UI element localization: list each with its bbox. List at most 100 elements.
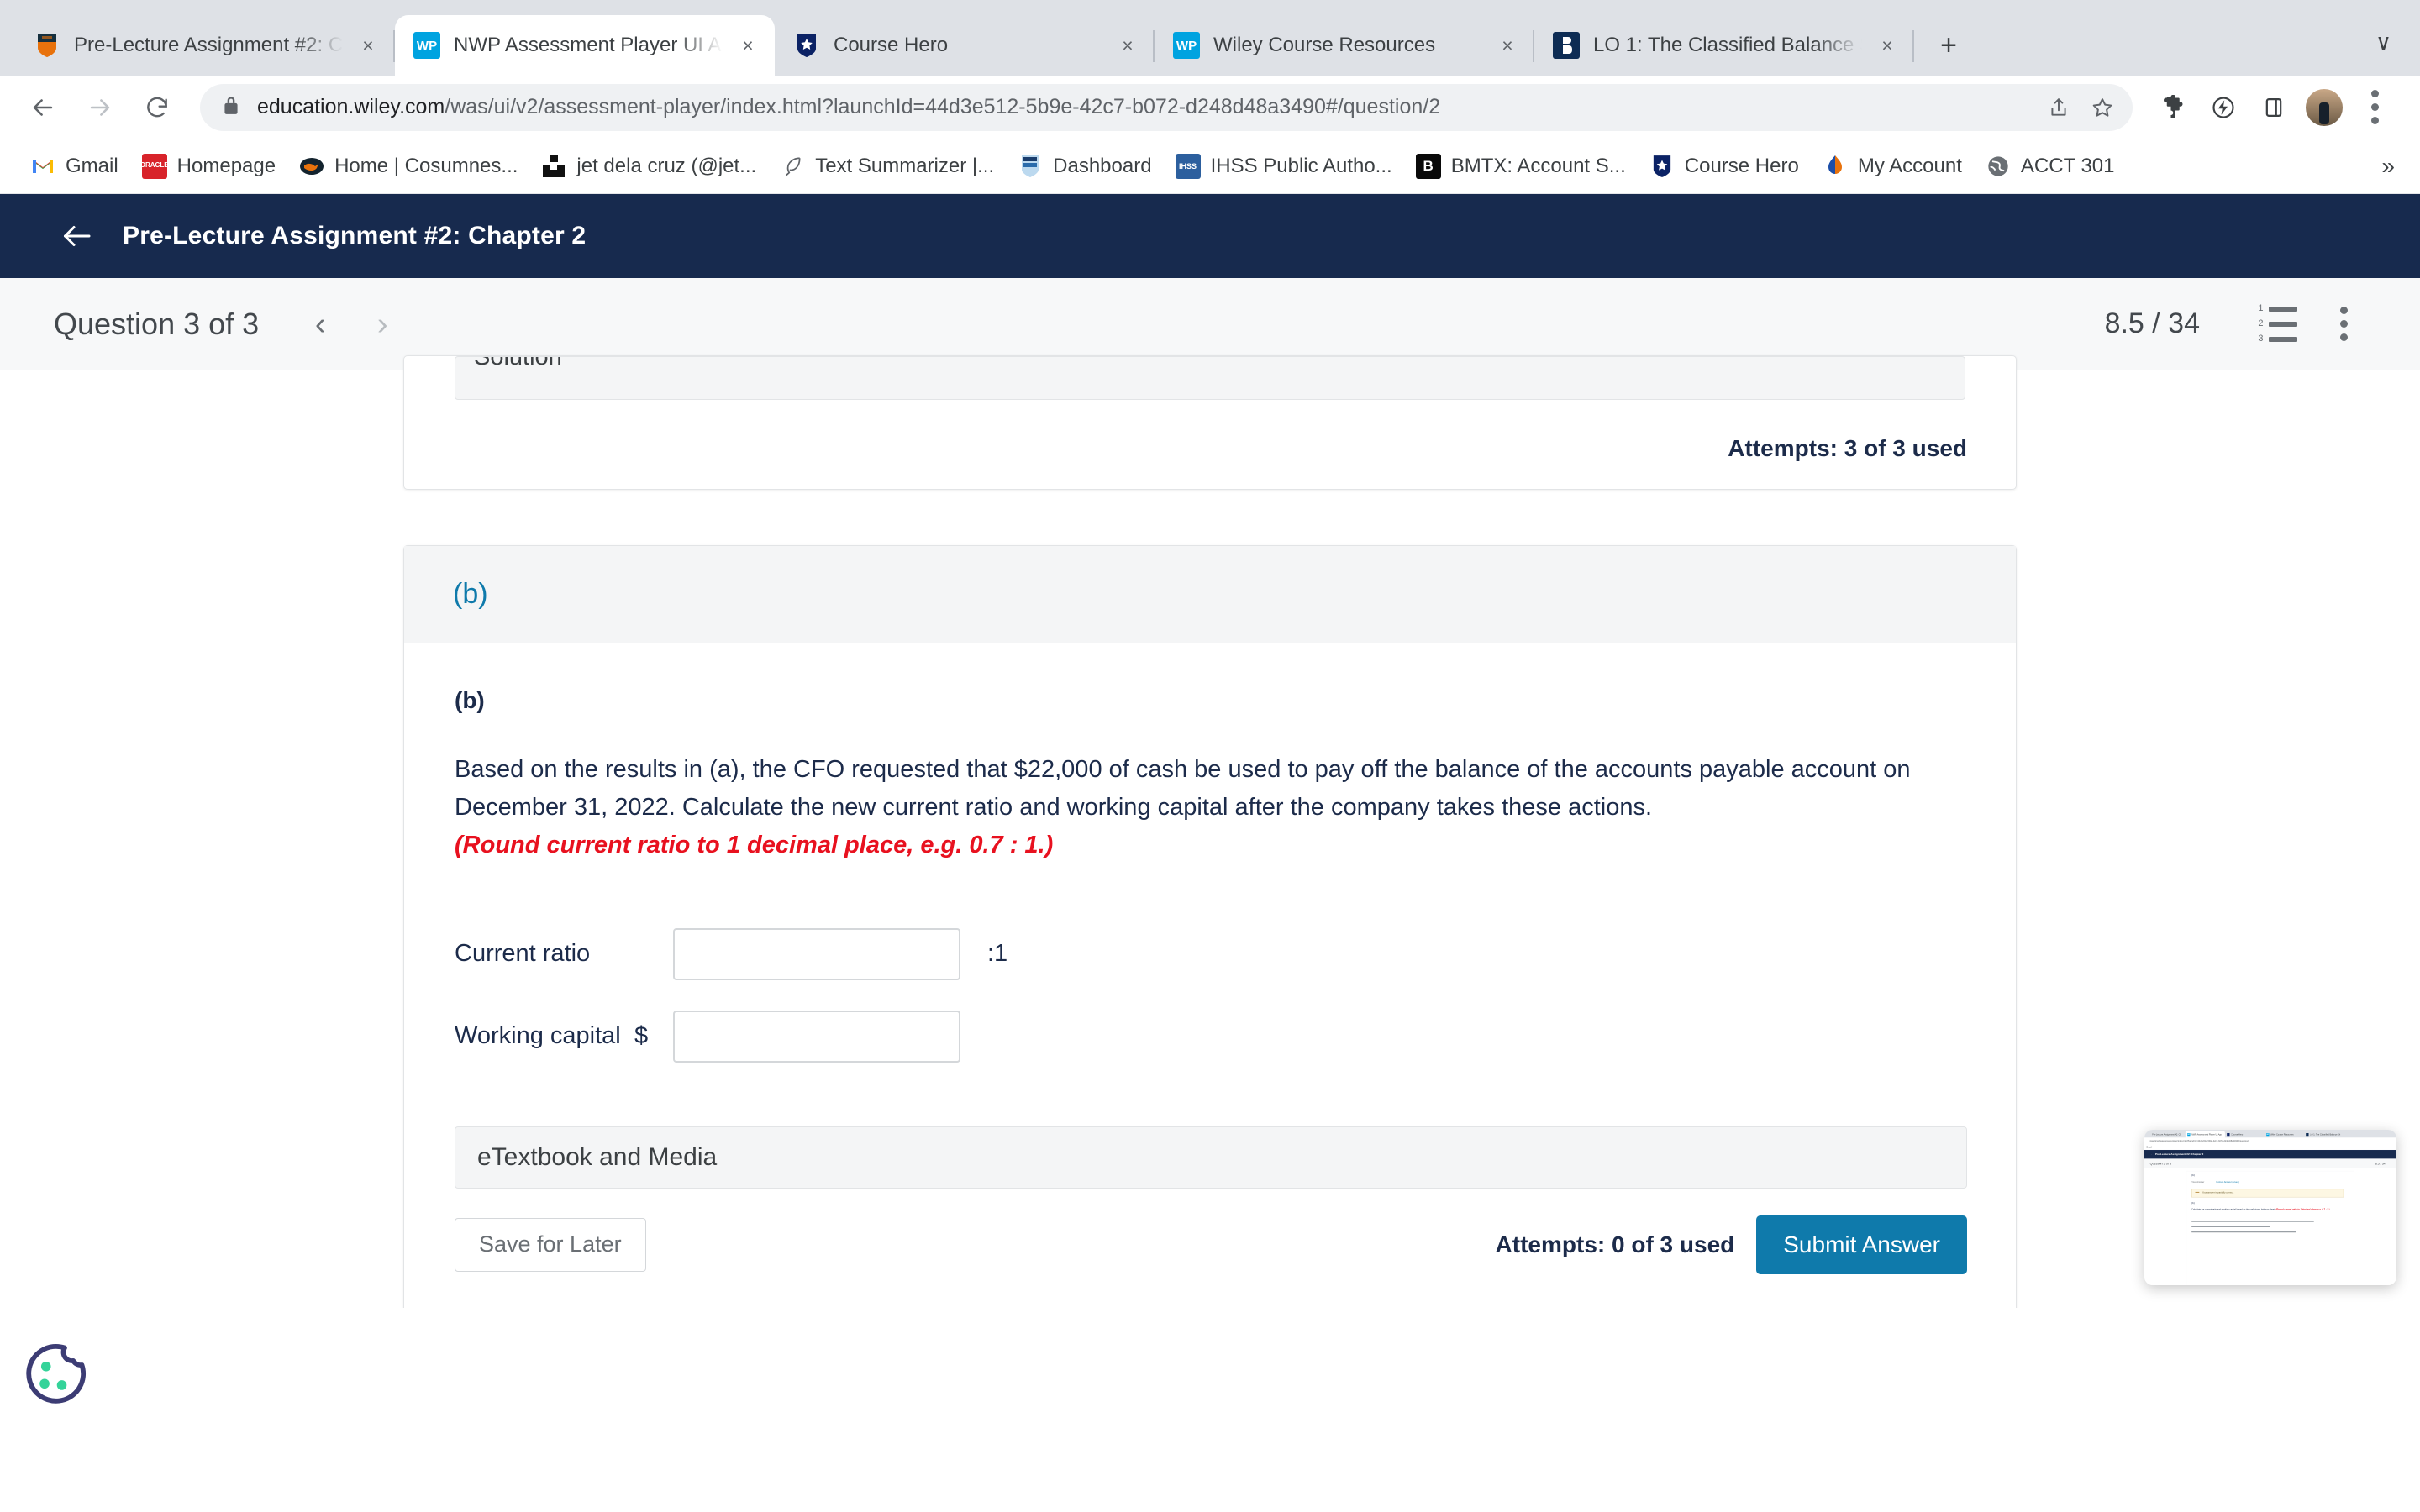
address-bar[interactable]: education.wiley.com/was/ui/v2/assessment…	[200, 83, 2133, 131]
thumbnail-alert-banner: Your answer is partially correct.	[2191, 1189, 2344, 1198]
bookmark-star-icon[interactable]	[2081, 86, 2124, 129]
tab-close-icon[interactable]: ×	[736, 34, 760, 57]
screenshot-preview-thumbnail[interactable]: Pre-Lecture Assignment #2: Ch WP NWP Asse…	[2144, 1130, 2396, 1285]
list-number: 2	[2258, 318, 2264, 328]
question-prompt: Based on the results in (a), the CFO req…	[455, 756, 1911, 821]
back-arrow-icon[interactable]	[60, 223, 92, 249]
bookmark-text-summarizer[interactable]: Text Summarizer |...	[768, 147, 1006, 186]
part-header: (b)	[404, 546, 2016, 643]
list-number: 1	[2258, 303, 2264, 313]
tab-close-icon[interactable]: ×	[1116, 34, 1139, 57]
new-tab-button[interactable]: +	[1924, 21, 1973, 70]
tab-close-icon[interactable]: ×	[1496, 34, 1519, 57]
tab-search-chevron-down-icon[interactable]: ∨	[2375, 29, 2391, 55]
tab-close-icon[interactable]: ×	[356, 34, 380, 57]
bookmark-jet-dela-cruz[interactable]: jet dela cruz (@jet...	[529, 147, 768, 186]
score-display: 8.5 / 34	[2104, 307, 2200, 339]
previous-question-button[interactable]: ‹	[306, 308, 334, 340]
flame-icon	[1823, 154, 1848, 179]
url-domain: education.wiley.com	[257, 95, 445, 118]
tab-close-icon[interactable]: ×	[1876, 34, 1899, 57]
bookmark-course-hero[interactable]: Course Hero	[1638, 147, 1811, 186]
back-button[interactable]	[17, 81, 69, 134]
globe-icon	[1986, 154, 2011, 179]
browser-tab-0[interactable]: Pre-Lecture Assignment #2: Ch ×	[15, 15, 395, 76]
browser-tab-title: NWP Assessment Player UI App	[454, 34, 723, 56]
bookmark-gmail[interactable]: Gmail	[18, 147, 130, 186]
forward-button[interactable]	[74, 81, 126, 134]
bookmark-label: Gmail	[66, 154, 118, 177]
working-capital-prefix: $	[634, 1022, 649, 1050]
thumbnail-question-counter: Question 3 of 3	[2149, 1161, 2172, 1166]
current-ratio-suffix: :1	[987, 940, 1008, 968]
thumbnail-tab-title: Pre-Lecture Assignment #2: Ch	[2152, 1133, 2181, 1136]
solution-accordion[interactable]: Solution	[455, 356, 1965, 400]
bookmark-dashboard[interactable]: Dashboard	[1006, 147, 1163, 186]
rounding-hint: (Round current ratio to 1 decimal place,…	[455, 831, 1054, 858]
csu-shield-icon	[34, 32, 60, 59]
thumbnail-tab: WP NWP Assessment Player UI App	[2185, 1131, 2225, 1138]
current-ratio-input[interactable]	[673, 927, 960, 980]
browser-tab-title: LO 1: The Classified Balance Sh	[1593, 34, 1862, 56]
lock-icon	[222, 94, 244, 120]
bookmark-homepage[interactable]: ORACLE Homepage	[130, 147, 287, 186]
oracle-peoplesoft-icon: ORACLE	[141, 153, 167, 179]
thumbnail-tab-your-answer: Your Answer	[2191, 1180, 2205, 1184]
numbered-list-icon[interactable]: 1 2 3	[2252, 300, 2301, 349]
browser-tab-3[interactable]: WP Wiley Course Resources ×	[1155, 15, 1534, 76]
browser-tab-1[interactable]: WP NWP Assessment Player UI App ×	[395, 15, 775, 76]
thumbnail-favicon	[2306, 1132, 2309, 1137]
ihss-icon: IHSS	[1175, 153, 1201, 179]
page-title: Pre-Lecture Assignment #2: Chapter 2	[123, 222, 587, 249]
list-number: 3	[2258, 333, 2264, 344]
bookmark-acct-301[interactable]: ACCT 301	[1974, 147, 2127, 186]
cookie-consent-icon[interactable]	[20, 1341, 89, 1410]
bookmark-ihss[interactable]: IHSS IHSS Public Autho...	[1164, 147, 1404, 186]
extensions-puzzle-icon[interactable]	[2149, 84, 2196, 131]
working-capital-input[interactable]	[673, 1010, 960, 1063]
etextbook-label: eTextbook and Media	[477, 1142, 718, 1171]
thumbnail-part-label-b: (b)	[2191, 1201, 2195, 1205]
browser-tab-2[interactable]: Course Hero ×	[775, 15, 1155, 76]
thumbnail-content: Pre-Lecture Assignment #2: Ch WP NWP Asse…	[2144, 1130, 2396, 1285]
bookmarks-bar: Gmail ORACLE Homepage Home | Cosumnes...…	[0, 139, 2420, 194]
thumbnail-body-hint: (Round current ratio to 1 decimal place,…	[2275, 1208, 2330, 1210]
thumbnail-bookmarks: Gmail	[2144, 1144, 2396, 1151]
profile-avatar[interactable]	[2301, 84, 2348, 131]
thumbnail-tab: Course Hero	[2225, 1131, 2265, 1137]
question-nav: ‹ ›	[306, 308, 397, 340]
list-icon-glyph: 1 2 3	[2256, 304, 2297, 344]
side-panel-icon[interactable]	[2250, 84, 2297, 131]
lightning-shield-icon[interactable]	[2200, 84, 2247, 131]
quill-feather-icon	[780, 154, 805, 179]
toolbar-actions	[2149, 84, 2398, 131]
gmail-icon	[30, 153, 55, 179]
thumbnail-tab-correct-answer: Correct Answer (Used)	[2216, 1180, 2239, 1184]
save-for-later-button[interactable]: Save for Later	[455, 1217, 646, 1272]
etextbook-and-media-accordion[interactable]: eTextbook and Media	[455, 1126, 1967, 1189]
part-header-label: (b)	[453, 578, 488, 610]
question-scroll-area[interactable]: Solution Attempts: 3 of 3 used (b) (b) B…	[0, 355, 2420, 1428]
bookmark-label: BMTX: Account S...	[1450, 154, 1626, 177]
kebab-menu-icon[interactable]	[2319, 300, 2368, 349]
bookmark-my-account[interactable]: My Account	[1811, 147, 1974, 186]
thumbnail-body-text: Calculate the current ratio and working …	[2191, 1208, 2340, 1211]
reload-button[interactable]	[131, 81, 183, 134]
thumbnail-toolbar: /was/ui/v2/assessment-player/index.html?…	[2144, 1137, 2396, 1145]
thumbnail-score: 8.5 / 34	[2375, 1162, 2386, 1166]
bookmark-cosumnes[interactable]: Home | Cosumnes...	[287, 147, 529, 186]
submit-answer-button[interactable]: Submit Answer	[1756, 1215, 1967, 1274]
browser-tab-4[interactable]: LO 1: The Classified Balance Sh ×	[1534, 15, 1914, 76]
working-capital-label: Working capital	[455, 1022, 621, 1050]
share-icon[interactable]	[2037, 86, 2081, 129]
part-footer: Save for Later Attempts: 0 of 3 used Sub…	[455, 1215, 1967, 1274]
chrome-menu-kebab-icon[interactable]	[2351, 84, 2398, 131]
bookmarks-overflow-button[interactable]: »	[2371, 150, 2405, 183]
answer-row-working-capital: Working capital $	[455, 995, 1967, 1078]
question-text: Based on the results in (a), the CFO req…	[455, 751, 1917, 864]
thumbnail-back-arrow-icon: ←	[2150, 1153, 2153, 1156]
address-bar-url: education.wiley.com/was/ui/v2/assessment…	[257, 95, 2037, 119]
bookmark-bmtx[interactable]: B BMTX: Account S...	[1404, 147, 1638, 186]
thumbnail-url: /was/ui/v2/assessment-player/index.html?…	[2149, 1139, 2249, 1142]
next-question-button[interactable]: ›	[368, 308, 397, 340]
